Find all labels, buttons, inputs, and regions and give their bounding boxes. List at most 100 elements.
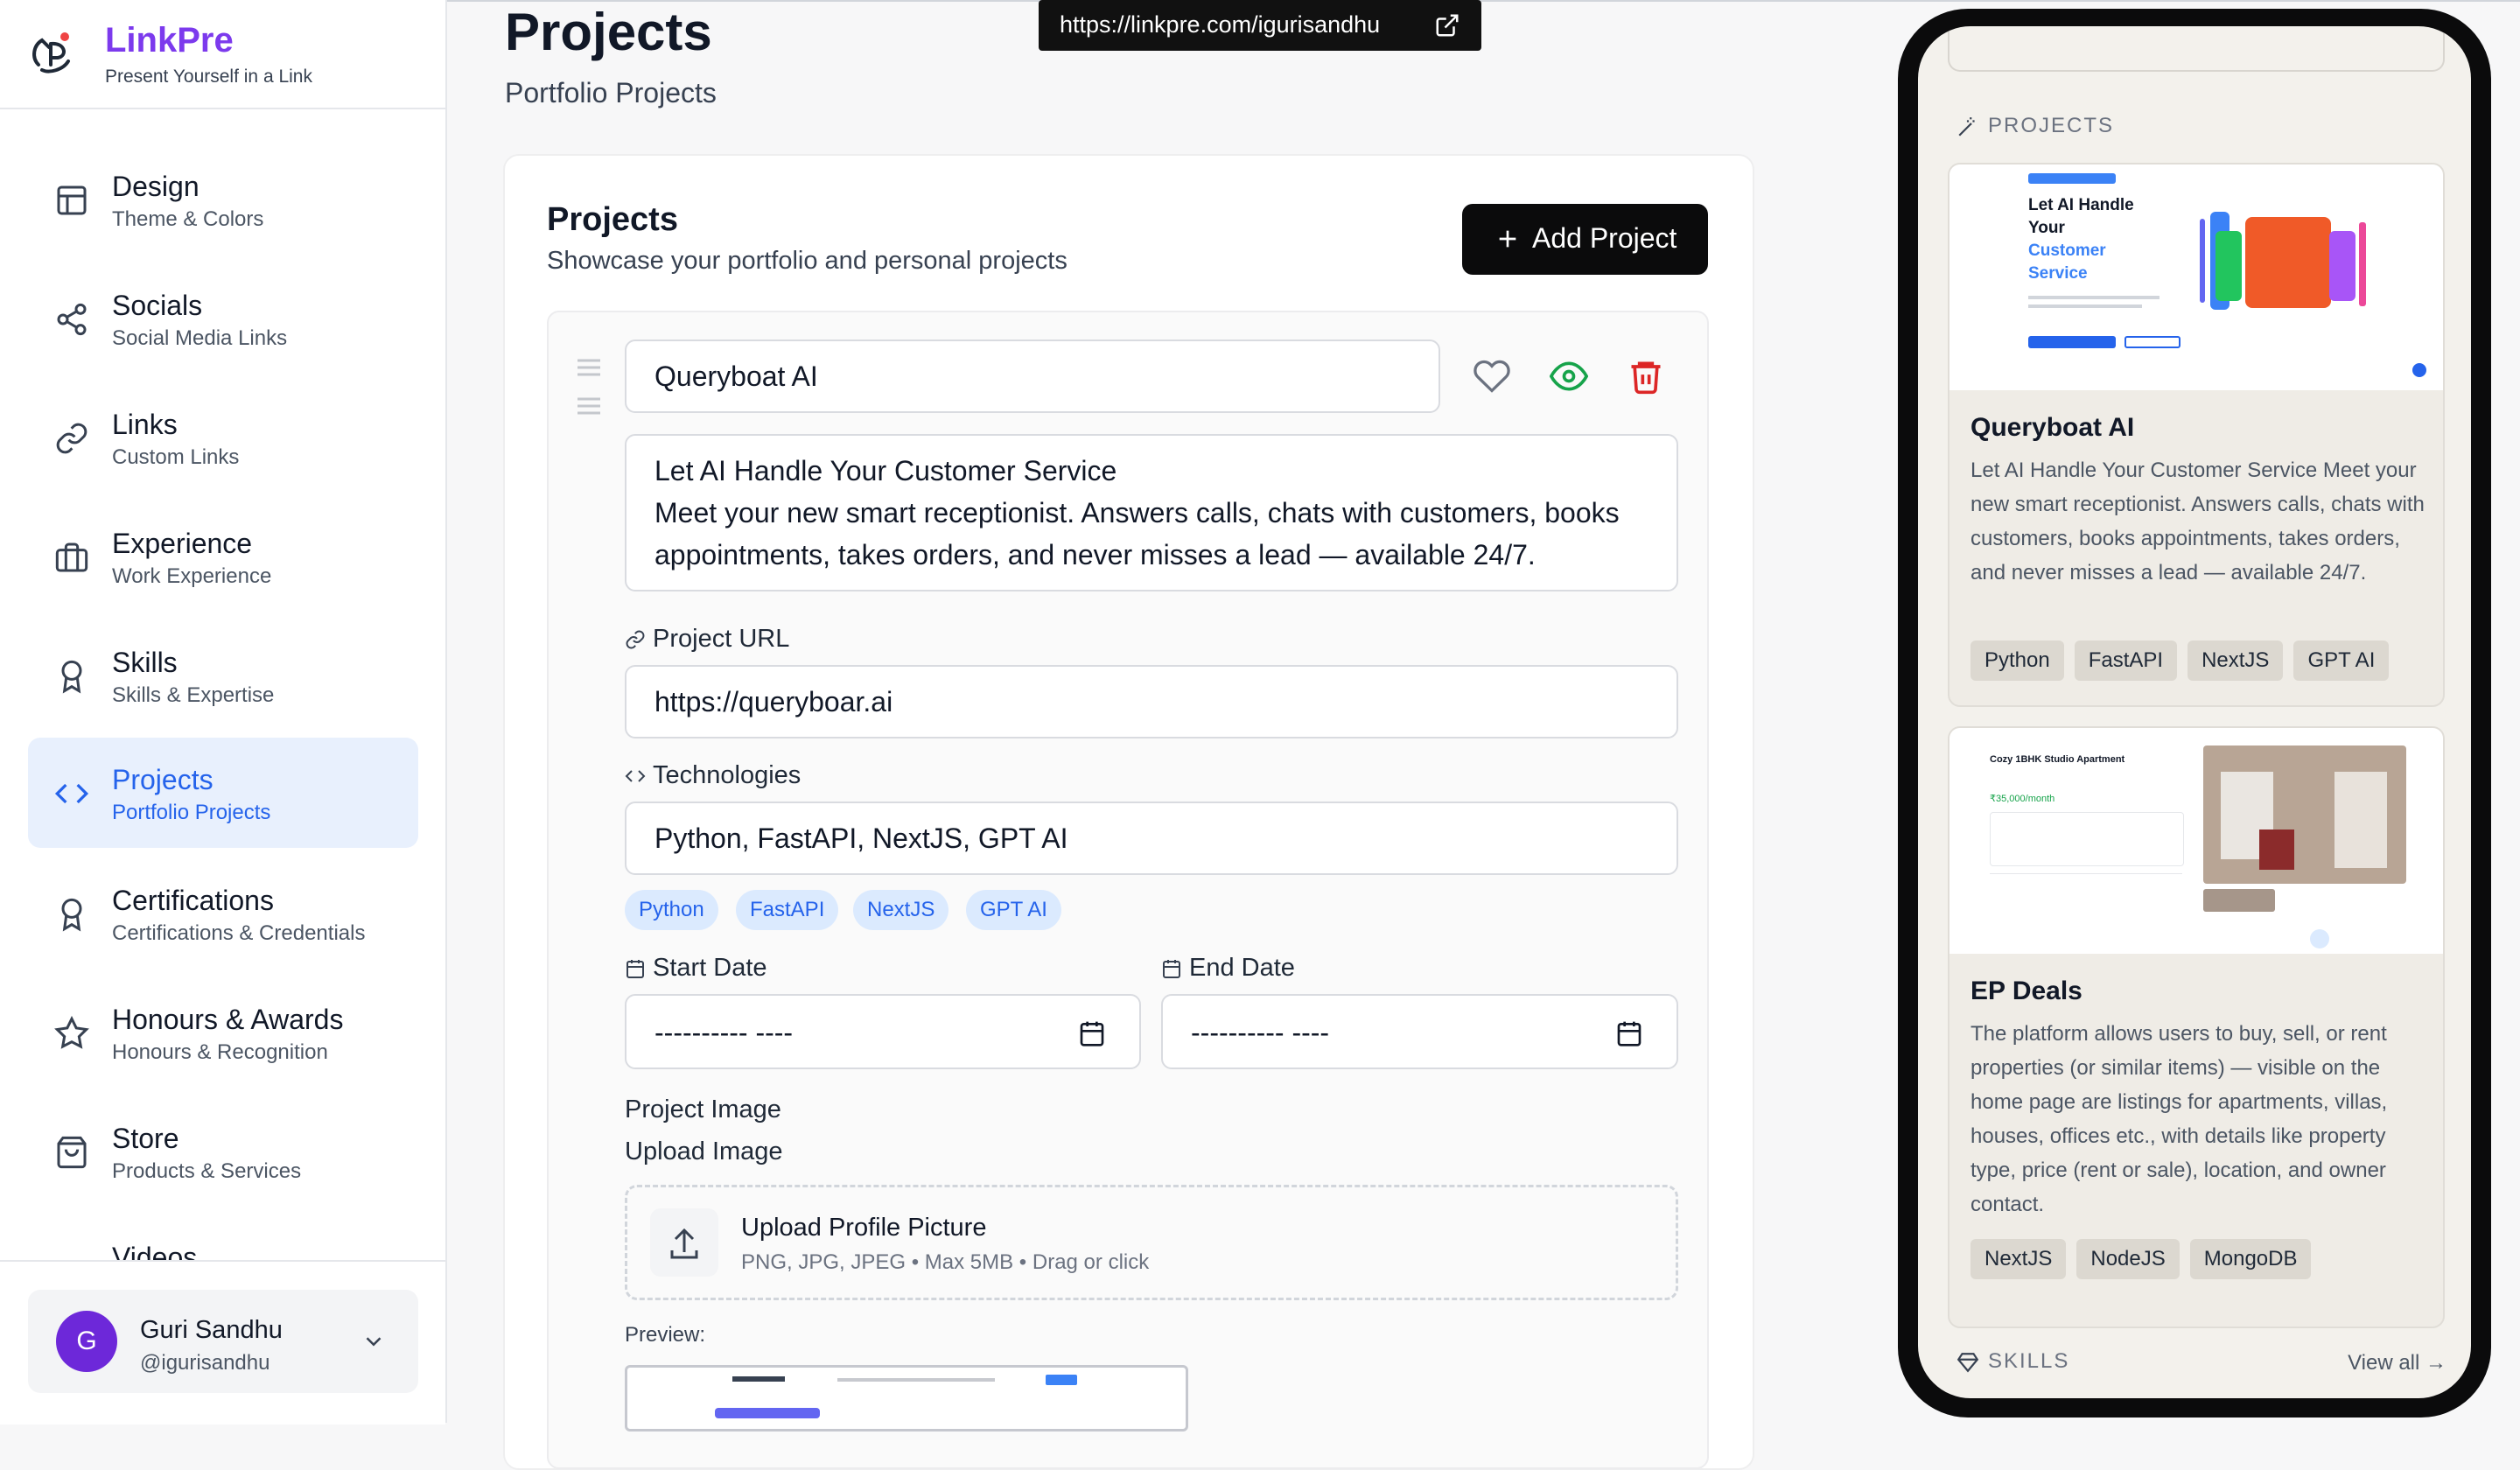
- code-icon: [54, 776, 89, 811]
- user-name: Guri Sandhu: [140, 1316, 283, 1344]
- upload-icon: [650, 1208, 718, 1277]
- sidebar-item-subtitle: Honours & Recognition: [112, 1040, 328, 1064]
- gem-icon: [1956, 1351, 1979, 1374]
- project-url-input[interactable]: https://queryboar.ai: [625, 665, 1678, 738]
- add-project-button[interactable]: Add Project: [1462, 204, 1708, 275]
- sidebar-item-skills[interactable]: Skills Skills & Expertise: [28, 620, 418, 731]
- calendar-icon[interactable]: [1078, 1018, 1106, 1048]
- preview-tag: MongoDB: [2189, 1239, 2312, 1279]
- hero-card-back: [2200, 219, 2205, 303]
- card-subtitle: Showcase your portfolio and personal pro…: [547, 247, 1068, 275]
- end-date-input[interactable]: ---------- ----: [1161, 994, 1678, 1069]
- tech-tag: NextJS: [853, 890, 949, 930]
- image-upload-dropzone[interactable]: Upload Profile Picture PNG, JPG, JPEG • …: [625, 1185, 1678, 1300]
- hero-card-back: [2329, 231, 2356, 301]
- hero-secondary-cta: [2124, 336, 2180, 348]
- eye-icon[interactable]: [1550, 357, 1588, 396]
- sidebar-item-subtitle: Skills & Expertise: [112, 683, 275, 707]
- hero-heading: Let AI Handle Your Customer Service: [2028, 196, 2134, 283]
- previous-section-card: [1948, 26, 2445, 72]
- preview-project-description: The platform allows users to buy, sell, …: [1970, 1022, 2388, 1216]
- projects-heading-text: PROJECTS: [1988, 114, 2115, 137]
- sidebar-item-subtitle: Certifications & Credentials: [112, 921, 366, 945]
- preview-project-card[interactable]: Cozy 1BHK Studio Apartment ₹35,000/month…: [1948, 726, 2445, 1328]
- preview-label: Preview:: [625, 1323, 706, 1347]
- sidebar-item-title: Projects: [112, 764, 214, 795]
- phone-preview-screen: PROJECTS Let AI Handle Your Customer Ser…: [1918, 26, 2471, 1398]
- sidebar-item-title: Skills: [112, 647, 178, 678]
- sidebar-item-subtitle: Portfolio Projects: [112, 801, 271, 824]
- carousel-dot: [2310, 929, 2329, 948]
- card-title: Projects: [547, 201, 678, 238]
- upload-hint: PNG, JPG, JPEG • Max 5MB • Drag or click: [741, 1250, 1150, 1274]
- start-date-input[interactable]: ---------- ----: [625, 994, 1141, 1069]
- start-date-label-text: Start Date: [653, 954, 767, 982]
- sidebar-item-videos[interactable]: Videos: [28, 1215, 418, 1260]
- project-image-label: Project Image: [625, 1096, 781, 1124]
- preview-tag: FastAPI: [2074, 640, 2178, 681]
- plus-icon: [1494, 225, 1522, 253]
- sidebar-item-title: Store: [112, 1123, 179, 1154]
- preview-image: [625, 1365, 1188, 1432]
- sidebar-item-subtitle: Custom Links: [112, 445, 240, 469]
- preview-project-description: Let AI Handle Your Customer Service Meet…: [1970, 458, 2425, 584]
- apartment-photo-chair: [2259, 830, 2294, 870]
- listing-price: ₹35,000/month: [1990, 794, 2055, 804]
- project-description-input[interactable]: Let AI Handle Your Customer Service Meet…: [625, 434, 1678, 592]
- project-name-input[interactable]: Queryboat AI: [625, 340, 1440, 413]
- preview-tag: NodeJS: [2076, 1239, 2180, 1279]
- drag-handle-icon[interactable]: [576, 355, 602, 422]
- linkpre-logo-icon[interactable]: [26, 26, 79, 79]
- view-all-link[interactable]: View all →: [2348, 1351, 2446, 1376]
- sidebar-item-honours[interactable]: Honours & Awards Honours & Recognition: [28, 977, 418, 1088]
- public-url-text: https://linkpre.com/igurisandhu: [1060, 11, 1381, 38]
- thumb-logo: [732, 1376, 785, 1382]
- calendar-icon[interactable]: [1615, 1018, 1643, 1048]
- preview-project-title: Queryboat AI: [1970, 413, 2135, 442]
- sidebar-item-socials[interactable]: Socials Social Media Links: [28, 263, 418, 374]
- technologies-label: Technologies: [625, 761, 801, 790]
- description-line: Meet your new smart receptionist. Answer…: [654, 497, 1620, 528]
- sidebar-item-store[interactable]: Store Products & Services: [28, 1096, 418, 1207]
- video-icon: [54, 1254, 89, 1260]
- technologies-input[interactable]: Python, FastAPI, NextJS, GPT AI: [625, 802, 1678, 875]
- start-date-label: Start Date: [625, 954, 767, 983]
- preview-project-card[interactable]: Let AI Handle Your Customer Service Quer…: [1948, 163, 2445, 707]
- projects-section-heading: PROJECTS: [1956, 114, 2114, 138]
- hero-card-back: [2216, 231, 2242, 301]
- avatar: G: [56, 1311, 117, 1372]
- calendar-icon: [625, 958, 646, 979]
- sidebar-item-title: Videos: [112, 1242, 198, 1260]
- tech-tag: GPT AI: [966, 890, 1061, 930]
- sidebar-item-certifications[interactable]: Certifications Certifications & Credenti…: [28, 858, 418, 969]
- end-date-label-text: End Date: [1189, 954, 1295, 982]
- chat-bubble-icon: [2410, 360, 2429, 380]
- sidebar-item-design[interactable]: Design Theme & Colors: [28, 144, 418, 255]
- preview-tag-list: NextJS NodeJS MongoDB: [1970, 1239, 2312, 1279]
- end-date-label: End Date: [1161, 954, 1295, 983]
- description-line: Let AI Handle Your Customer Service: [654, 455, 1117, 486]
- link-icon: [54, 421, 89, 456]
- sidebar-item-title: Design: [112, 171, 200, 202]
- sidebar-item-experience[interactable]: Experience Work Experience: [28, 501, 418, 612]
- user-menu[interactable]: G Guri Sandhu @igurisandhu: [28, 1290, 418, 1393]
- brand-tagline: Present Yourself in a Link: [105, 66, 312, 87]
- project-url-label: Project URL: [625, 625, 789, 654]
- award-icon: [54, 897, 89, 932]
- public-url-link[interactable]: https://linkpre.com/igurisandhu: [1039, 0, 1481, 51]
- star-icon: [54, 1016, 89, 1051]
- project-name-value: Queryboat AI: [654, 360, 818, 392]
- project-url-value: https://queryboar.ai: [654, 686, 893, 718]
- end-date-value: ---------- ----: [1191, 1017, 1330, 1048]
- technologies-value: Python, FastAPI, NextJS, GPT AI: [654, 822, 1068, 854]
- sidebar-item-title: Experience: [112, 528, 253, 559]
- trash-icon[interactable]: [1627, 357, 1665, 396]
- skills-section-heading: SKILLS: [1956, 1349, 2069, 1374]
- hero-card-back: [2359, 222, 2366, 306]
- layout-icon: [54, 183, 89, 218]
- sidebar-item-projects[interactable]: Projects Portfolio Projects: [28, 738, 418, 848]
- sidebar-item-subtitle: Theme & Colors: [112, 207, 264, 231]
- hero-primary-cta: [2028, 336, 2116, 348]
- sidebar-item-links[interactable]: Links Custom Links: [28, 382, 418, 493]
- heart-icon[interactable]: [1473, 357, 1511, 396]
